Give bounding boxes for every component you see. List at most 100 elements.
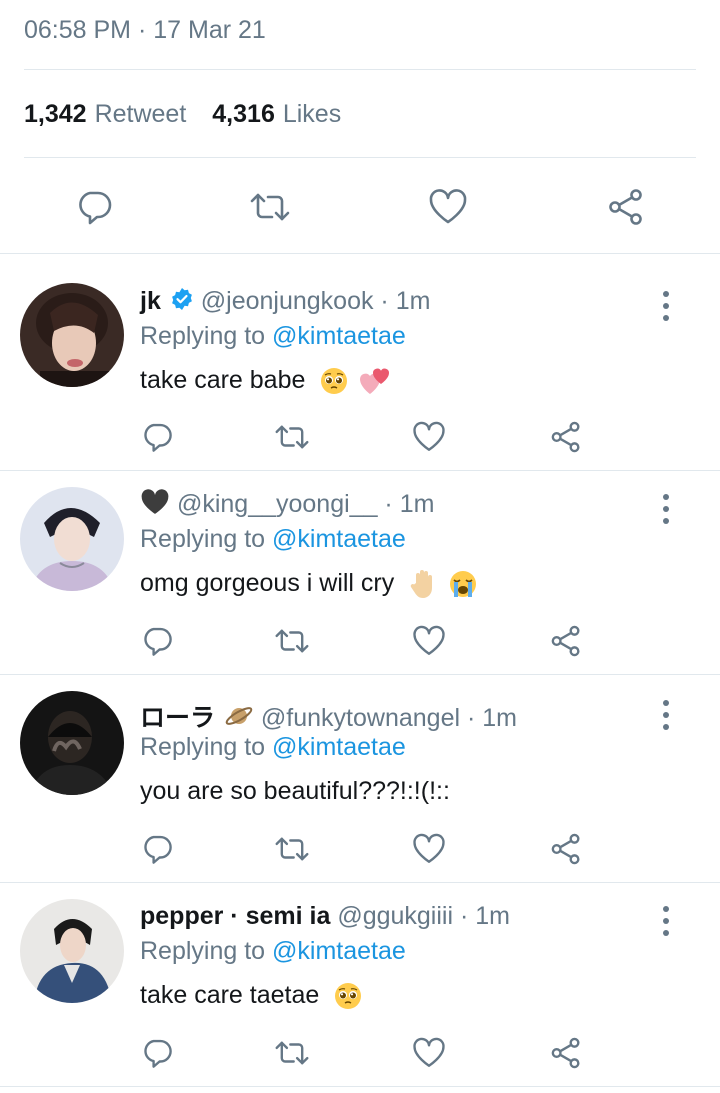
pleading-face-emoji [335,983,362,1010]
likes-count[interactable]: 4,316 [212,100,275,129]
share-button[interactable] [602,183,650,231]
reply-action-bar [0,621,720,661]
reply-time: · 1m [460,704,517,732]
username[interactable]: @ggukgiiii [337,902,453,930]
likes-label[interactable]: Likes [283,100,341,129]
avatar[interactable] [20,487,124,591]
share-icon [551,833,580,865]
display-name[interactable]: ローラ [140,704,215,732]
share-icon [551,1037,580,1069]
mention-link[interactable]: @kimtaetae [272,322,406,350]
reply-tweet[interactable]: pepper · semi ia @ggukgiiii · 1m Replyin… [0,882,720,1088]
tweet-time: 06:58 PM [24,16,132,44]
retweet-icon [275,837,309,861]
more-options-button[interactable] [656,906,676,936]
replying-prefix: Replying to [140,733,273,761]
share-icon [551,625,580,657]
raised-hand-emoji [410,570,433,599]
replying-prefix: Replying to [140,322,273,350]
pleading-face-emoji [321,368,348,395]
avatar[interactable] [20,691,124,795]
heart-icon [413,833,445,863]
tweet-timestamp: 06:58 PM · 17 Mar 21 [24,16,266,45]
replying-prefix: Replying to [140,937,273,965]
share-button[interactable] [546,417,586,457]
two-hearts-emoji [360,368,390,395]
tweet-stats: 1,342 Retweet 4,316 Likes [24,100,341,129]
share-button[interactable] [546,621,586,661]
retweet-icon [275,1041,309,1065]
reply-tweet[interactable]: jk @jeonjungkook · 1m Replying to @kimta… [0,253,720,470]
replying-to: Replying to @kimtaetae [140,525,406,554]
share-button[interactable] [546,829,586,869]
reply-body: take care babe [140,366,306,394]
replying-to: Replying to @kimtaetae [140,733,406,762]
reply-text: you are so beautiful???!:!(!:: [140,777,450,806]
replying-prefix: Replying to [140,525,273,553]
reply-text: take care taetae [140,981,362,1010]
reply-body: you are so beautiful???!:!(!:: [140,777,450,805]
more-options-button[interactable] [656,494,676,524]
divider [24,157,696,158]
username[interactable]: @king__yoongi__ [177,490,378,518]
mention-link[interactable]: @kimtaetae [272,733,406,761]
display-name[interactable]: pepper · semi ia [140,902,330,930]
retweet-icon [250,193,290,221]
heart-icon [429,189,467,224]
black-heart-emoji [141,489,169,515]
reply-tweet[interactable]: ローラ @funkytownangel · 1m Replying to @ki… [0,674,720,882]
retweet-count[interactable]: 1,342 [24,100,87,129]
reply-header: @king__yoongi__ · 1m [140,489,434,519]
retweet-button[interactable] [246,183,294,231]
reply-action-bar [0,829,720,869]
tweet-action-bar [0,183,720,231]
avatar[interactable] [20,899,124,1003]
timestamp-separator: · [131,16,154,44]
reply-time: · 1m [453,902,510,930]
retweet-button[interactable] [272,621,312,661]
like-button[interactable] [409,621,449,661]
more-vertical-icon [663,700,669,706]
reply-text: take care babe [140,366,391,396]
retweet-button[interactable] [272,829,312,869]
reply-header: jk @jeonjungkook · 1m [140,287,430,316]
reply-button[interactable] [137,621,177,661]
retweet-label[interactable]: Retweet [95,100,187,129]
share-button[interactable] [546,1033,586,1073]
more-vertical-icon [663,494,669,500]
reply-button[interactable] [137,1033,177,1073]
retweet-button[interactable] [272,417,312,457]
reply-button[interactable] [70,183,118,231]
more-vertical-icon [663,906,669,912]
share-icon [609,189,642,225]
divider [24,69,696,70]
more-options-button[interactable] [656,291,676,321]
reply-icon [144,627,172,656]
reply-action-bar [0,417,720,457]
reply-icon [144,1039,172,1068]
like-button[interactable] [409,1033,449,1073]
reply-text: omg gorgeous i will cry [140,569,478,599]
retweet-button[interactable] [272,1033,312,1073]
username[interactable]: @jeonjungkook [201,287,374,315]
heart-icon [413,421,445,451]
divider [0,1086,720,1087]
more-options-button[interactable] [656,700,676,730]
reply-button[interactable] [137,829,177,869]
like-button[interactable] [409,417,449,457]
avatar[interactable] [20,283,124,387]
reply-icon [144,423,172,452]
like-button[interactable] [424,183,472,231]
ringed-planet-emoji [225,707,253,726]
reply-header: pepper · semi ia @ggukgiiii · 1m [140,902,510,931]
retweet-icon [275,629,309,653]
like-button[interactable] [409,829,449,869]
display-name[interactable]: jk [140,287,161,315]
reply-button[interactable] [137,417,177,457]
mention-link[interactable]: @kimtaetae [272,525,406,553]
reply-tweet[interactable]: @king__yoongi__ · 1m Replying to @kimtae… [0,470,720,674]
replying-to: Replying to @kimtaetae [140,937,406,966]
mention-link[interactable]: @kimtaetae [272,937,406,965]
replying-to: Replying to @kimtaetae [140,322,406,351]
username[interactable]: @funkytownangel [261,704,460,732]
